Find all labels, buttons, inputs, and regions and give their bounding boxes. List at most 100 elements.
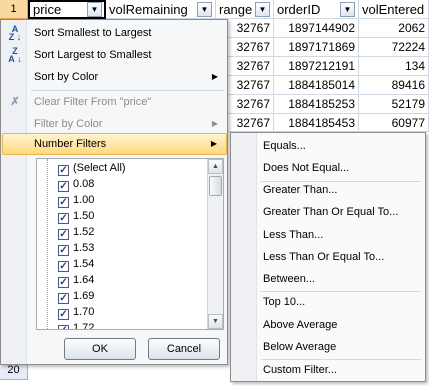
cell-volentered[interactable]: 72224 bbox=[359, 38, 429, 57]
menu-item-label: Clear Filter From "price" bbox=[34, 96, 152, 108]
list-item-label: 1.52 bbox=[73, 226, 95, 238]
sort-descending-item[interactable]: ZA ↓ Sort Largest to Smallest bbox=[2, 44, 227, 66]
cell-orderid[interactable]: 1884185253 bbox=[274, 95, 359, 114]
list-item[interactable]: ✓ 1.54 bbox=[41, 257, 94, 272]
menu-item-label: Sort by Color bbox=[34, 71, 99, 83]
scroll-up-icon[interactable]: ▲ bbox=[208, 159, 223, 174]
scroll-thumb[interactable] bbox=[209, 176, 222, 196]
menu-item-label: Filter by Color bbox=[34, 118, 103, 130]
ok-button[interactable]: OK bbox=[64, 338, 136, 360]
sort-descending-icon: ZA ↓ bbox=[8, 46, 22, 64]
checkbox-checked-icon[interactable]: ✓ bbox=[58, 181, 69, 192]
cell-volentered[interactable]: 134 bbox=[359, 57, 429, 76]
list-item[interactable]: ✓ 1.69 bbox=[41, 289, 94, 304]
submenu-item-less-than[interactable]: Less Than... bbox=[232, 224, 424, 246]
list-item-label: 1.50 bbox=[73, 210, 95, 222]
column-header-label: range bbox=[219, 2, 253, 17]
menu-item-label: Sort Smallest to Largest bbox=[34, 27, 152, 39]
cell-range[interactable]: 32767 bbox=[228, 95, 274, 114]
list-item[interactable]: ✓ 1.70 bbox=[41, 305, 94, 320]
sort-ascending-icon: AZ ↓ bbox=[8, 24, 22, 42]
checkbox-checked-icon[interactable]: ✓ bbox=[58, 213, 69, 224]
submenu-item-does-not-equal[interactable]: Does Not Equal... bbox=[232, 157, 424, 179]
scroll-down-icon[interactable]: ▼ bbox=[208, 314, 223, 329]
filter-dropdown-volremaining-icon[interactable]: ▼ bbox=[197, 2, 212, 17]
row-header-1[interactable]: 1 bbox=[0, 0, 28, 19]
cell-range[interactable]: 32767 bbox=[228, 57, 274, 76]
cell-range[interactable]: 32767 bbox=[228, 114, 274, 132]
filter-dropdown-price-icon[interactable]: ▼ bbox=[87, 2, 102, 17]
submenu-arrow-icon: ▶ bbox=[211, 119, 218, 128]
list-item-label: 1.64 bbox=[73, 274, 95, 286]
column-header-label: price bbox=[33, 2, 62, 17]
filter-dropdown-range-icon[interactable]: ▼ bbox=[255, 2, 270, 17]
column-header-label: orderID bbox=[277, 2, 321, 17]
submenu-item-top-10[interactable]: Top 10... bbox=[232, 291, 424, 313]
list-item[interactable]: ✓ 1.50 bbox=[41, 209, 94, 224]
list-item[interactable]: ✓ 1.72 bbox=[41, 321, 95, 330]
filter-dropdown-orderid-icon[interactable]: ▼ bbox=[340, 2, 355, 17]
cell-volentered[interactable]: 60977 bbox=[359, 114, 429, 132]
submenu-item-equals[interactable]: Equals... bbox=[232, 135, 424, 157]
submenu-item-custom-filter[interactable]: Custom Filter... bbox=[232, 359, 424, 381]
number-filters-submenu: Equals... Does Not Equal... Greater Than… bbox=[230, 132, 426, 382]
cell-range[interactable]: 32767 bbox=[228, 38, 274, 57]
list-item[interactable]: ✓ 1.53 bbox=[41, 241, 94, 256]
submenu-item-less-than-or-equal[interactable]: Less Than Or Equal To... bbox=[232, 246, 424, 268]
column-header-label: volEntered bbox=[362, 2, 425, 17]
submenu-item-above-average[interactable]: Above Average bbox=[232, 314, 424, 336]
filter-values-list[interactable]: ✓ (Select All) ✓ 0.08 ✓ 1.00 ✓ 1.50 ✓ 1.52 ✓ 1… bbox=[36, 158, 224, 330]
submenu-item-below-average[interactable]: Below Average bbox=[232, 336, 424, 358]
cell-orderid[interactable]: 1897171869 bbox=[274, 38, 359, 57]
list-item-label: 1.00 bbox=[73, 194, 95, 206]
checkbox-checked-icon[interactable]: ✓ bbox=[58, 165, 69, 176]
cell-range[interactable]: 32767 bbox=[228, 19, 274, 38]
sort-by-color-item[interactable]: Sort by Color ▶ bbox=[2, 66, 227, 88]
checkbox-checked-icon[interactable]: ✓ bbox=[58, 277, 69, 288]
column-header-label: volRemaining bbox=[109, 2, 188, 17]
cell-volentered[interactable]: 52179 bbox=[359, 95, 429, 114]
checkbox-checked-icon[interactable]: ✓ bbox=[58, 197, 69, 208]
cell-orderid[interactable]: 1884185453 bbox=[274, 114, 359, 132]
autofilter-menu: AZ ↓ Sort Smallest to Largest ZA ↓ Sort … bbox=[0, 19, 228, 365]
list-item[interactable]: ✓ 0.08 bbox=[41, 177, 94, 192]
cell-volentered[interactable]: 89416 bbox=[359, 76, 429, 95]
submenu-item-greater-than[interactable]: Greater Than... bbox=[232, 179, 424, 201]
list-item[interactable]: ✓ (Select All) bbox=[41, 161, 126, 176]
header-cell-volentered[interactable]: volEntered bbox=[359, 0, 429, 19]
cell-orderid[interactable]: 1884185014 bbox=[274, 76, 359, 95]
clear-filter-item: ✗ Clear Filter From "price" bbox=[2, 91, 227, 113]
checkbox-checked-icon[interactable]: ✓ bbox=[58, 325, 69, 329]
submenu-arrow-icon: ▶ bbox=[211, 72, 218, 81]
submenu-arrow-icon: ▶ bbox=[210, 139, 217, 148]
sort-ascending-item[interactable]: AZ ↓ Sort Smallest to Largest bbox=[2, 22, 227, 44]
menu-item-label: Sort Largest to Smallest bbox=[34, 49, 152, 61]
cell-orderid[interactable]: 1897144902 bbox=[274, 19, 359, 38]
checkbox-checked-icon[interactable]: ✓ bbox=[58, 229, 69, 240]
cell-range[interactable]: 32767 bbox=[228, 76, 274, 95]
cell-orderid[interactable]: 1897212191 bbox=[274, 57, 359, 76]
number-filters-item[interactable]: Number Filters ▶ bbox=[2, 133, 227, 155]
submenu-item-greater-than-or-equal[interactable]: Greater Than Or Equal To... bbox=[232, 201, 424, 223]
list-item-label: 1.54 bbox=[73, 258, 95, 270]
checkbox-checked-icon[interactable]: ✓ bbox=[58, 261, 69, 272]
checkbox-checked-icon[interactable]: ✓ bbox=[58, 309, 69, 320]
cancel-button[interactable]: Cancel bbox=[148, 338, 220, 360]
submenu-item-between[interactable]: Between... bbox=[232, 268, 424, 290]
checkbox-checked-icon[interactable]: ✓ bbox=[58, 293, 69, 304]
list-item-label: 1.53 bbox=[73, 242, 95, 254]
list-item-label: 1.69 bbox=[73, 290, 95, 302]
list-item-label: 1.70 bbox=[73, 306, 95, 318]
cell-volentered[interactable]: 2062 bbox=[359, 19, 429, 38]
list-item-label: (Select All) bbox=[73, 162, 126, 174]
menu-item-label: Number Filters bbox=[34, 138, 107, 150]
list-item[interactable]: ✓ 1.00 bbox=[41, 193, 94, 208]
list-item-label: 0.08 bbox=[73, 178, 95, 190]
list-scrollbar[interactable]: ▲ ▼ bbox=[207, 159, 223, 329]
list-item[interactable]: ✓ 1.52 bbox=[41, 225, 94, 240]
list-item-label: 1.72 bbox=[73, 322, 95, 330]
list-item[interactable]: ✓ 1.64 bbox=[41, 273, 94, 288]
clear-filter-icon: ✗ bbox=[10, 96, 20, 108]
checkbox-checked-icon[interactable]: ✓ bbox=[58, 245, 69, 256]
filter-by-color-item: Filter by Color ▶ bbox=[2, 113, 227, 135]
